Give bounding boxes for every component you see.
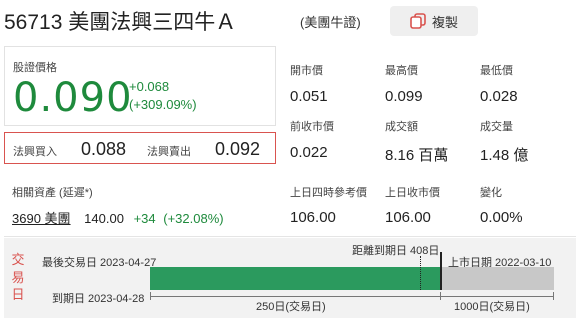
- ref-label: 變化: [480, 187, 502, 199]
- underlying-row: 3690 美團 140.00 +34 (+32.08%): [12, 208, 224, 227]
- copy-button[interactable]: 複製: [390, 6, 478, 36]
- divider: [4, 236, 576, 237]
- last-trading-marker: [420, 256, 421, 290]
- stat-label: 成交量: [480, 121, 513, 133]
- ref-value: 106.00: [385, 209, 431, 226]
- stat-value: 0.051: [290, 88, 328, 105]
- stat-high: 最高價 0.099: [385, 62, 423, 105]
- last-trading-date: 最後交易日 2023-04-27: [42, 257, 157, 269]
- trading-day-side-label: 交 易 日: [4, 238, 32, 318]
- stat-label: 最低價: [480, 65, 513, 77]
- elapsed-bar: [150, 267, 440, 290]
- side-char: 易: [11, 269, 25, 285]
- stat-label: 最高價: [385, 65, 418, 77]
- axis-tick: [553, 292, 554, 300]
- header-bar: 56713 美團法興三四牛Ａ (美團牛證) 複製: [0, 0, 580, 40]
- ref-4pm: 上日四時參考價 106.00: [290, 184, 367, 226]
- stat-value: 8.16 百萬: [385, 147, 449, 164]
- side-char: 日: [11, 287, 25, 303]
- price-change: +0.068: [129, 79, 170, 94]
- ask-label: 法興賣出: [147, 146, 191, 158]
- ask-value: 0.092: [215, 139, 261, 159]
- elapsed-days-label: 250日(交易日): [254, 298, 328, 314]
- bid-ask-box: 法興買入 0.088 法興賣出 0.092: [4, 132, 276, 164]
- stat-volume: 成交量 1.48 億: [480, 118, 528, 165]
- side-char: 交: [11, 251, 25, 267]
- ref-change: 變化 0.00%: [480, 184, 523, 226]
- page-subtitle: (美團牛證): [300, 15, 361, 30]
- ref-prev-close: 上日收市價 106.00: [385, 184, 440, 226]
- axis-tick: [150, 292, 151, 300]
- stat-value: 0.028: [480, 88, 518, 105]
- stat-label: 成交額: [385, 121, 418, 133]
- total-days-label: 1000日(交易日): [452, 298, 532, 314]
- price-label: 股證價格: [13, 62, 57, 74]
- underlying-change-pct: (+32.08%): [163, 211, 224, 226]
- bid-label: 法興買入: [13, 146, 57, 158]
- expiry-date: 到期日 2023-04-28: [52, 293, 145, 305]
- stat-label: 開市價: [290, 65, 323, 77]
- underlying-link[interactable]: 3690 美團: [12, 211, 71, 226]
- underlying-price: 140.00: [84, 211, 124, 226]
- stat-value: 0.099: [385, 88, 423, 105]
- price-box: 股證價格 0.090 +0.068 (+309.09%): [4, 46, 276, 126]
- stat-turnover: 成交額 8.16 百萬: [385, 118, 448, 165]
- timeline-axis: [150, 296, 554, 297]
- bid-value: 0.088: [81, 139, 127, 159]
- remaining-bar: [440, 267, 554, 290]
- stat-value: 0.022: [290, 144, 328, 161]
- stat-value: 1.48 億: [480, 147, 529, 164]
- ref-value: 0.00%: [480, 209, 523, 226]
- today-marker: [440, 252, 442, 290]
- page-title: 56713 美團法興三四牛Ａ: [4, 11, 237, 34]
- stat-low: 最低價 0.028: [480, 62, 518, 105]
- stat-open: 開市價 0.051: [290, 62, 328, 105]
- copy-button-label: 複製: [431, 14, 458, 30]
- current-price: 0.090: [13, 75, 133, 121]
- ref-label: 上日收市價: [385, 187, 440, 199]
- ref-value: 106.00: [290, 209, 336, 226]
- underlying-label: 相關資產 (延遲*): [12, 187, 93, 199]
- underlying-change: +34: [133, 211, 156, 226]
- ref-label: 上日四時參考價: [290, 187, 367, 199]
- axis-tick: [440, 292, 441, 300]
- price-change-pct: (+309.09%): [129, 97, 197, 112]
- stat-label: 前收市價: [290, 121, 334, 133]
- copy-icon: [410, 13, 426, 29]
- days-to-expiry: 距離到期日 408日: [352, 245, 440, 257]
- stat-prev-close: 前收市價 0.022: [290, 118, 334, 161]
